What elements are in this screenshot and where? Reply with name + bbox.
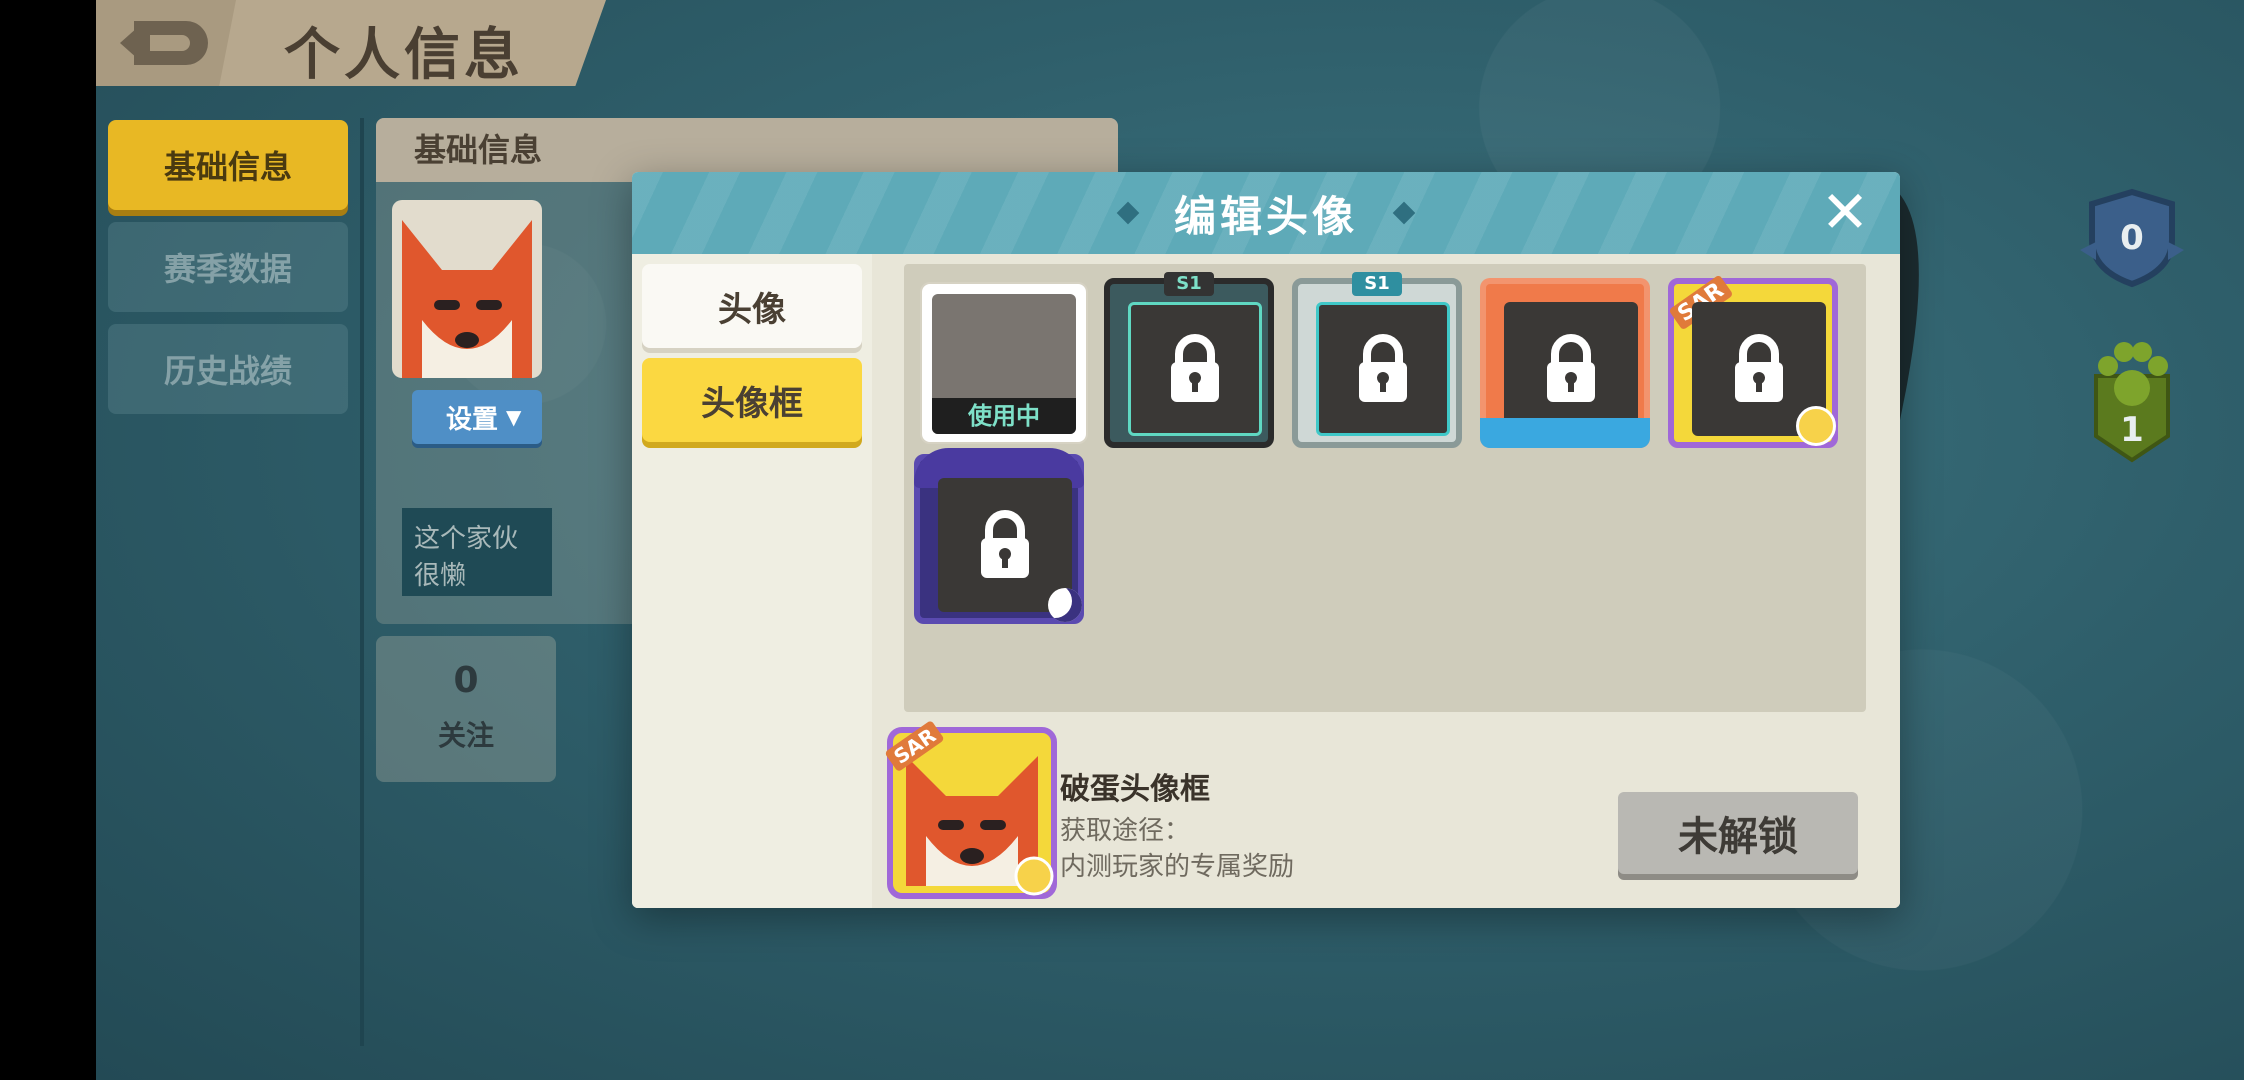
tab-avatar[interactable]: 头像 <box>642 264 862 348</box>
nav-item-label: 基础信息 <box>163 148 292 186</box>
frame-item-summer[interactable] <box>1480 278 1650 448</box>
tab-avatar-frame[interactable]: 头像框 <box>642 358 862 442</box>
dialog-header: 编辑头像 ✕ <box>632 172 1900 254</box>
page-title: 个人信息 <box>284 23 524 88</box>
frame-item-s1-light[interactable]: S1 <box>1292 272 1462 448</box>
dialog-tabs: 头像 头像框 <box>632 254 872 908</box>
source-label: 获取途径： <box>1060 816 1191 846</box>
nav-item-label: 赛季数据 <box>163 250 292 288</box>
nav-item-history[interactable]: 历史战绩 <box>108 324 348 414</box>
locked-status-button[interactable]: 未解锁 <box>1618 792 1858 874</box>
lock-icon <box>981 510 1029 578</box>
in-use-label: 使用中 <box>932 398 1076 434</box>
frame-preview <box>1316 302 1450 436</box>
shield-value: 0 <box>2120 218 2144 258</box>
follow-count: 0 <box>453 660 479 701</box>
edit-avatar-dialog: 编辑头像 ✕ 头像 头像框 使用中 S1 S1 SAR 破蛋头像框 获取途径： … <box>632 172 1900 908</box>
frame-item-sar[interactable]: SAR <box>1668 274 1838 448</box>
lock-icon <box>1171 334 1219 402</box>
diamond-icon <box>1392 201 1416 225</box>
moon-icon <box>1048 588 1082 622</box>
lock-icon <box>1735 334 1783 402</box>
frame-preview: 使用中 <box>932 294 1076 434</box>
rank-shield-badge[interactable]: 0 <box>2076 188 2188 288</box>
selected-frame-preview: SAR <box>884 719 1058 900</box>
diamond-icon <box>1116 201 1140 225</box>
status-label: 未解锁 <box>1678 814 1798 860</box>
chick-icon <box>1796 406 1836 446</box>
follow-stat[interactable]: 0 关注 <box>376 636 556 782</box>
paw-value: 1 <box>2120 410 2144 450</box>
bio-field[interactable]: 这个家伙很懒 <box>402 508 552 596</box>
frame-grid: 使用中 S1 S1 <box>904 264 1866 712</box>
frame-content: 使用中 S1 S1 SAR 破蛋头像框 获取途径： 内测玩家的专属奖励 未解锁 <box>872 254 1900 908</box>
source-description: 内测玩家的专属奖励 <box>1060 852 1295 882</box>
frame-item-in-use[interactable]: 使用中 <box>920 282 1088 444</box>
tab-label: 头像 <box>718 289 786 330</box>
s1-tag: S1 <box>1164 272 1214 296</box>
set-avatar-button[interactable]: 设置 ▼ <box>412 390 542 444</box>
close-icon: ✕ <box>1820 178 1870 246</box>
close-button[interactable]: ✕ <box>1820 183 1870 241</box>
bio-text: 这个家伙很懒 <box>414 524 519 591</box>
frame-item-night[interactable] <box>914 448 1084 624</box>
follow-label: 关注 <box>437 719 494 752</box>
set-button-label: 设置 <box>446 404 499 435</box>
s1-tag: S1 <box>1352 272 1402 296</box>
frame-preview <box>938 478 1072 612</box>
frame-preview <box>1504 302 1638 436</box>
wave-decoration <box>1480 418 1650 448</box>
paw-badge[interactable]: 1 <box>2086 336 2178 464</box>
nav-item-label: 历史战绩 <box>163 352 292 390</box>
frame-item-s1-dark[interactable]: S1 <box>1104 272 1274 448</box>
nav-item-season-data[interactable]: 赛季数据 <box>108 222 348 312</box>
sidebar-divider <box>360 118 364 1046</box>
nav-item-basic-info[interactable]: 基础信息 <box>108 120 348 210</box>
back-button[interactable] <box>96 0 236 86</box>
chevron-down-icon: ▼ <box>506 405 522 429</box>
lock-icon <box>1547 334 1595 402</box>
back-arrow-icon <box>120 21 208 65</box>
lock-icon <box>1359 334 1407 402</box>
frame-name: 破蛋头像框 <box>1060 772 1210 807</box>
frame-preview <box>1128 302 1262 436</box>
profile-avatar[interactable] <box>392 200 542 378</box>
dialog-title: 编辑头像 <box>1173 191 1358 241</box>
fox-avatar-icon <box>402 220 532 378</box>
tab-label: 头像框 <box>701 383 803 424</box>
game-screen: 个人信息 基础信息 赛季数据 历史战绩 基础信息 设置 ▼ 这个家伙很懒 0 关… <box>96 0 2244 1080</box>
frame-tile: 使用中 <box>920 282 1088 444</box>
